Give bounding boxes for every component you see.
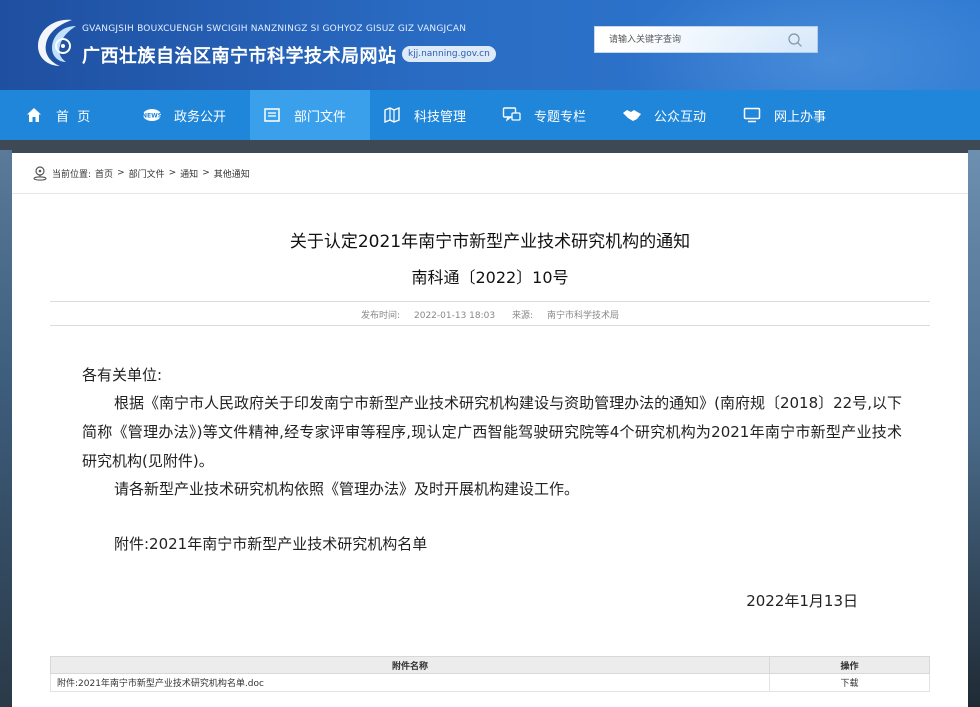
site-pinyin-title: GVANGJSIH BOUXCUENGH SWCIGIH NANZNINGZ S… — [82, 24, 467, 34]
attachments-header-op: 操作 — [769, 656, 930, 674]
map-icon — [382, 105, 402, 125]
article-paragraph-2: 请各新型产业技术研究机构依照《管理办法》及时开展机构建设工作。 — [114, 480, 580, 498]
nav-item-tech-management[interactable]: 科技管理 — [382, 90, 466, 140]
meta-divider-top — [50, 301, 930, 302]
publish-time: 发布时间: 2022-01-13 18:03 — [360, 311, 496, 321]
site-title[interactable]: 广西壮族自治区南宁市科学技术局网站 — [82, 42, 397, 68]
attachments-header-row: 附件名称 操作 — [50, 656, 930, 674]
svg-text:NEWS: NEWS — [142, 113, 162, 120]
breadcrumb-prefix: 当前位置: — [52, 169, 92, 180]
monitor-icon — [742, 105, 762, 125]
news-icon: NEWS — [142, 105, 162, 125]
breadcrumb-separator: > — [202, 168, 210, 178]
nav-item-label: 网上办事 — [774, 109, 827, 125]
document-icon — [262, 105, 282, 125]
nav-item-department-documents[interactable]: 部门文件 — [250, 90, 370, 140]
breadcrumb-item-notices[interactable]: 通知 — [180, 167, 198, 180]
breadcrumb-item-other-notices[interactable]: 其他通知 — [214, 167, 250, 180]
nav-item-label: 科技管理 — [414, 109, 467, 125]
background-right — [968, 150, 980, 707]
background-left — [0, 150, 12, 707]
search-input[interactable] — [595, 27, 785, 52]
article-date: 2022年1月13日 — [746, 592, 858, 610]
handshake-icon — [622, 105, 642, 125]
attachments-table: 附件名称 操作 附件:2021年南宁市新型产业技术研究机构名单.doc 下载 — [50, 656, 930, 692]
breadcrumb-separator: > — [168, 168, 177, 178]
site-domain-badge: kjj.nanning.gov.cn — [402, 46, 496, 62]
content-panel: 当前位置: 首页 > 部门文件 > 通知 > 其他通知 关于认定2021年南宁市… — [12, 153, 968, 707]
table-row: 附件:2021年南宁市新型产业技术研究机构名单.doc 下载 — [50, 673, 930, 692]
article-meta: 发布时间: 2022-01-13 18:03 来源: 南宁市科学技术局 — [12, 308, 968, 321]
article-attachment-line: 附件:2021年南宁市新型产业技术研究机构名单 — [114, 535, 428, 553]
nav-item-public-interaction[interactable]: 公众互动 — [622, 90, 706, 140]
breadcrumb: 当前位置: 首页 > 部门文件 > 通知 > 其他通知 — [32, 165, 250, 181]
download-button[interactable]: 下载 — [840, 679, 858, 689]
nav-item-online-services[interactable]: 网上办事 — [742, 90, 826, 140]
nav-item-label: 公众互动 — [654, 109, 707, 125]
nav-item-label: 政务公开 — [174, 109, 227, 125]
article-paragraph-1: 根据《南宁市人民政府关于印发南宁市新型产业技术研究机构建设与资助管理办法的通知》… — [82, 394, 902, 470]
nav-item-label: 首 页 — [56, 109, 91, 125]
chat-icon — [502, 105, 522, 125]
article-title: 关于认定2021年南宁市新型产业技术研究机构的通知 — [289, 232, 691, 252]
breadcrumb-separator: > — [117, 168, 125, 178]
search-icon[interactable] — [787, 32, 803, 48]
nav-item-label: 部门文件 — [294, 109, 347, 125]
nav-item-label: 专题专栏 — [534, 109, 587, 125]
attachments-header-name: 附件名称 — [50, 656, 770, 674]
attachment-file-link[interactable]: 附件:2021年南宁市新型产业技术研究机构名单.doc — [57, 679, 264, 689]
breadcrumb-divider — [12, 193, 968, 194]
search-box — [594, 26, 818, 53]
home-icon — [24, 105, 44, 125]
location-pin-icon — [33, 166, 47, 181]
main-nav: 首 页 NEWS 政务公开 部门文件 科技管理 专题专栏 公众互动 网上办事 — [0, 90, 980, 140]
site-header: GVANGJSIH BOUXCUENGH SWCIGIH NANZNINGZ S… — [0, 0, 980, 90]
nav-item-government-affairs[interactable]: NEWS 政务公开 — [142, 90, 226, 140]
article-source: 来源: 南宁市科学技术局 — [511, 311, 620, 321]
article-greeting: 各有关单位: — [82, 366, 163, 384]
meta-divider-bottom — [50, 325, 930, 326]
nav-item-special-topics[interactable]: 专题专栏 — [502, 90, 586, 140]
breadcrumb-item-department-documents[interactable]: 部门文件 — [129, 167, 165, 180]
site-logo-icon[interactable] — [32, 16, 80, 68]
breadcrumb-item-home[interactable]: 首页 — [95, 167, 113, 180]
article-document-number: 南科通〔2022〕10号 — [411, 268, 569, 287]
nav-item-home[interactable]: 首 页 — [24, 90, 90, 140]
